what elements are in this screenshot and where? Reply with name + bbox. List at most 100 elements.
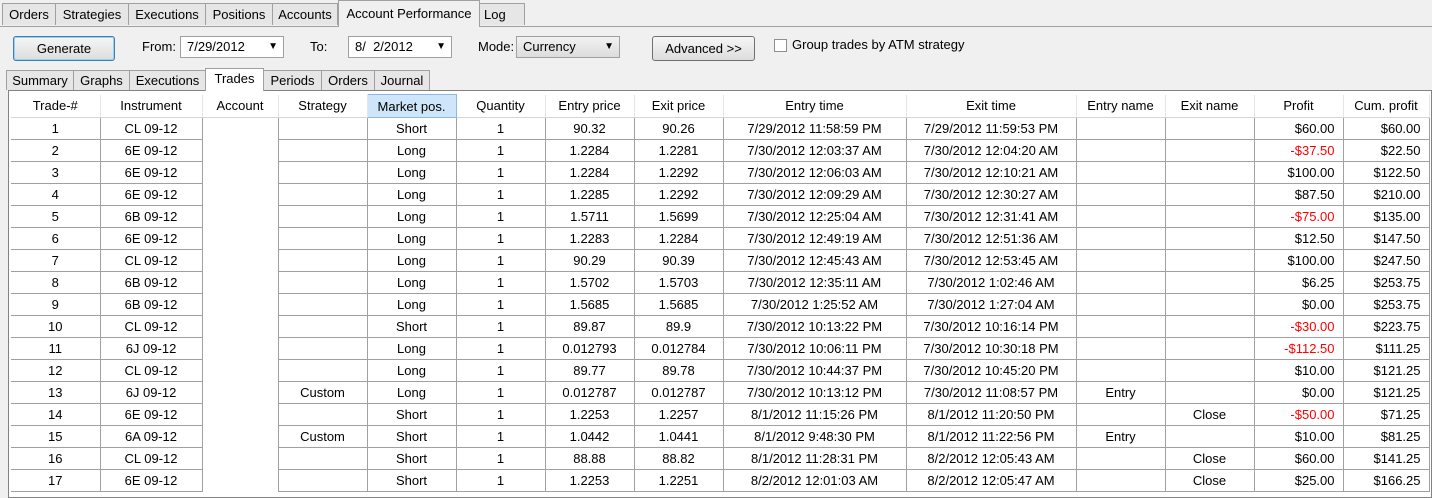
table-cell: [1165, 117, 1255, 140]
subtab-periods[interactable]: Periods: [263, 70, 322, 90]
table-row[interactable]: 17 6E 09-12 Short 1 1.2253 1.2251 8/2/2012 12:…: [11, 469, 1430, 492]
column-header-quantity[interactable]: Quantity: [456, 94, 546, 118]
table-row[interactable]: 16 CL 09-12 Short 1 88.88 88.82 8/1/2012 11:28…: [11, 447, 1430, 470]
table-cell: CL 09-12: [100, 249, 203, 272]
table-cell: 8/2/2012 12:05:43 AM: [906, 447, 1077, 470]
column-header-profit[interactable]: Profit: [1254, 94, 1344, 118]
column-header-account[interactable]: Account: [202, 94, 279, 118]
table-cell: 11: [11, 337, 101, 360]
table-cell: $87.50: [1254, 183, 1344, 206]
table-cell: [1165, 337, 1255, 360]
table-row[interactable]: 2 6E 09-12 Long 1 1.2284 1.2281 7/30/2012 12:0…: [11, 139, 1430, 162]
table-cell: $121.25: [1343, 381, 1430, 404]
advanced-button[interactable]: Advanced >>: [652, 36, 755, 61]
chevron-down-icon: ▼: [436, 41, 446, 52]
table-cell: [202, 293, 279, 316]
column-header-cum-profit[interactable]: Cum. profit: [1343, 94, 1430, 118]
table-cell: [202, 381, 279, 404]
table-cell: 1: [456, 227, 546, 250]
table-cell: 1: [456, 161, 546, 184]
table-row[interactable]: 12 CL 09-12 Long 1 89.77 89.78 7/30/2012 10:44…: [11, 359, 1430, 382]
table-cell: [1076, 161, 1166, 184]
table-cell: [278, 161, 368, 184]
table-cell: [278, 447, 368, 470]
subtab-trades[interactable]: Trades: [205, 68, 264, 91]
table-cell: 7/30/2012 1:02:46 AM: [906, 271, 1077, 294]
column-header-exit-name[interactable]: Exit name: [1165, 94, 1255, 118]
subtab-journal[interactable]: Journal: [374, 70, 430, 90]
tab-executions[interactable]: Executions: [128, 3, 206, 25]
table-row[interactable]: 3 6E 09-12 Long 1 1.2284 1.2292 7/30/2012 12:0…: [11, 161, 1430, 184]
table-cell: $100.00: [1254, 161, 1344, 184]
table-cell: [202, 447, 279, 470]
tab-accounts[interactable]: Accounts: [272, 3, 338, 25]
table-row[interactable]: 4 6E 09-12 Long 1 1.2285 1.2292 7/30/2012 12:0…: [11, 183, 1430, 206]
table-cell: 89.78: [634, 359, 724, 382]
table-cell: -$37.50: [1254, 139, 1344, 162]
table-cell: CL 09-12: [100, 117, 203, 140]
table-row[interactable]: 9 6B 09-12 Long 1 1.5685 1.5685 7/30/2012 1:25…: [11, 293, 1430, 316]
table-row[interactable]: 7 CL 09-12 Long 1 90.29 90.39 7/30/2012 12:45:…: [11, 249, 1430, 272]
from-date-picker[interactable]: 7/29/2012 ▼: [180, 36, 284, 58]
table-cell: 89.77: [545, 359, 635, 382]
group-trades-label: Group trades by ATM strategy: [792, 37, 965, 52]
generate-button[interactable]: Generate: [13, 36, 115, 61]
table-cell: 90.32: [545, 117, 635, 140]
table-cell: 1: [456, 337, 546, 360]
table-cell: 7/30/2012 12:51:36 AM: [906, 227, 1077, 250]
table-row[interactable]: 10 CL 09-12 Short 1 89.87 89.9 7/30/2012 10:13…: [11, 315, 1430, 338]
column-header-entry-price[interactable]: Entry price: [545, 94, 635, 118]
table-row[interactable]: 14 6E 09-12 Short 1 1.2253 1.2257 8/1/2012 11:…: [11, 403, 1430, 426]
column-header-strategy[interactable]: Strategy: [278, 94, 368, 118]
table-cell: 1: [456, 183, 546, 206]
column-header-entry-name[interactable]: Entry name: [1076, 94, 1166, 118]
table-cell: 15: [11, 425, 101, 448]
table-row[interactable]: 8 6B 09-12 Long 1 1.5702 1.5703 7/30/2012 12:3…: [11, 271, 1430, 294]
table-row[interactable]: 1 CL 09-12 Short 1 90.32 90.26 7/29/2012 11:58…: [11, 117, 1430, 140]
table-cell: [1165, 271, 1255, 294]
table-cell: CL 09-12: [100, 447, 203, 470]
table-cell: 8/2/2012 12:01:03 AM: [723, 469, 907, 492]
table-cell: $81.25: [1343, 425, 1430, 448]
tab-account-performance[interactable]: Account Performance: [338, 0, 480, 27]
subtab-orders[interactable]: Orders: [321, 70, 375, 90]
subtab-summary[interactable]: Summary: [6, 70, 74, 90]
column-header-trade[interactable]: Trade-#: [11, 94, 101, 118]
table-cell: 6B 09-12: [100, 271, 203, 294]
table-row[interactable]: 11 6J 09-12 Long 1 0.012793 0.012784 7/30/2012…: [11, 337, 1430, 360]
table-cell: Short: [367, 403, 457, 426]
table-row[interactable]: 6 6E 09-12 Long 1 1.2283 1.2284 7/30/2012 12:4…: [11, 227, 1430, 250]
column-header-entry-time[interactable]: Entry time: [723, 94, 907, 118]
table-cell: $60.00: [1254, 117, 1344, 140]
table-body: 1 CL 09-12 Short 1 90.32 90.26 7/29/2012 11:58…: [11, 117, 1430, 492]
tab-positions[interactable]: Positions: [205, 3, 273, 25]
table-cell: $10.00: [1254, 425, 1344, 448]
mode-select[interactable]: Currency ▼: [516, 36, 620, 58]
column-header-market-pos[interactable]: Market pos.: [366, 94, 457, 118]
tab-orders[interactable]: Orders: [2, 3, 56, 25]
table-cell: $121.25: [1343, 359, 1430, 382]
subtab-executions[interactable]: Executions: [129, 70, 206, 90]
tab-log[interactable]: Log: [479, 3, 525, 25]
tab-strategies[interactable]: Strategies: [55, 3, 129, 25]
table-cell: [1165, 161, 1255, 184]
table-cell: 90.39: [634, 249, 724, 272]
table-cell: 1: [11, 117, 101, 140]
table-cell: 0.012787: [545, 381, 635, 404]
table-cell: 6E 09-12: [100, 139, 203, 162]
table-cell: -$112.50: [1254, 337, 1344, 360]
table-cell: 1: [456, 293, 546, 316]
group-trades-checkbox[interactable]: [774, 39, 787, 52]
table-cell: 8/1/2012 11:15:26 PM: [723, 403, 907, 426]
column-header-instrument[interactable]: Instrument: [100, 94, 203, 118]
table-cell: [202, 359, 279, 382]
column-header-exit-time[interactable]: Exit time: [906, 94, 1077, 118]
to-date-picker[interactable]: 8/ 2/2012 ▼: [348, 36, 452, 58]
table-row[interactable]: 15 6A 09-12 Custom Short 1 1.0442 1.0441 8/1/20…: [11, 425, 1430, 448]
column-header-exit-price[interactable]: Exit price: [634, 94, 724, 118]
subtab-graphs[interactable]: Graphs: [73, 70, 130, 90]
table-row[interactable]: 5 6B 09-12 Long 1 1.5711 1.5699 7/30/2012 12:2…: [11, 205, 1430, 228]
table-cell: [202, 183, 279, 206]
table-row[interactable]: 13 6J 09-12 Custom Long 1 0.012787 0.012787 7/3…: [11, 381, 1430, 404]
table-cell: CL 09-12: [100, 315, 203, 338]
